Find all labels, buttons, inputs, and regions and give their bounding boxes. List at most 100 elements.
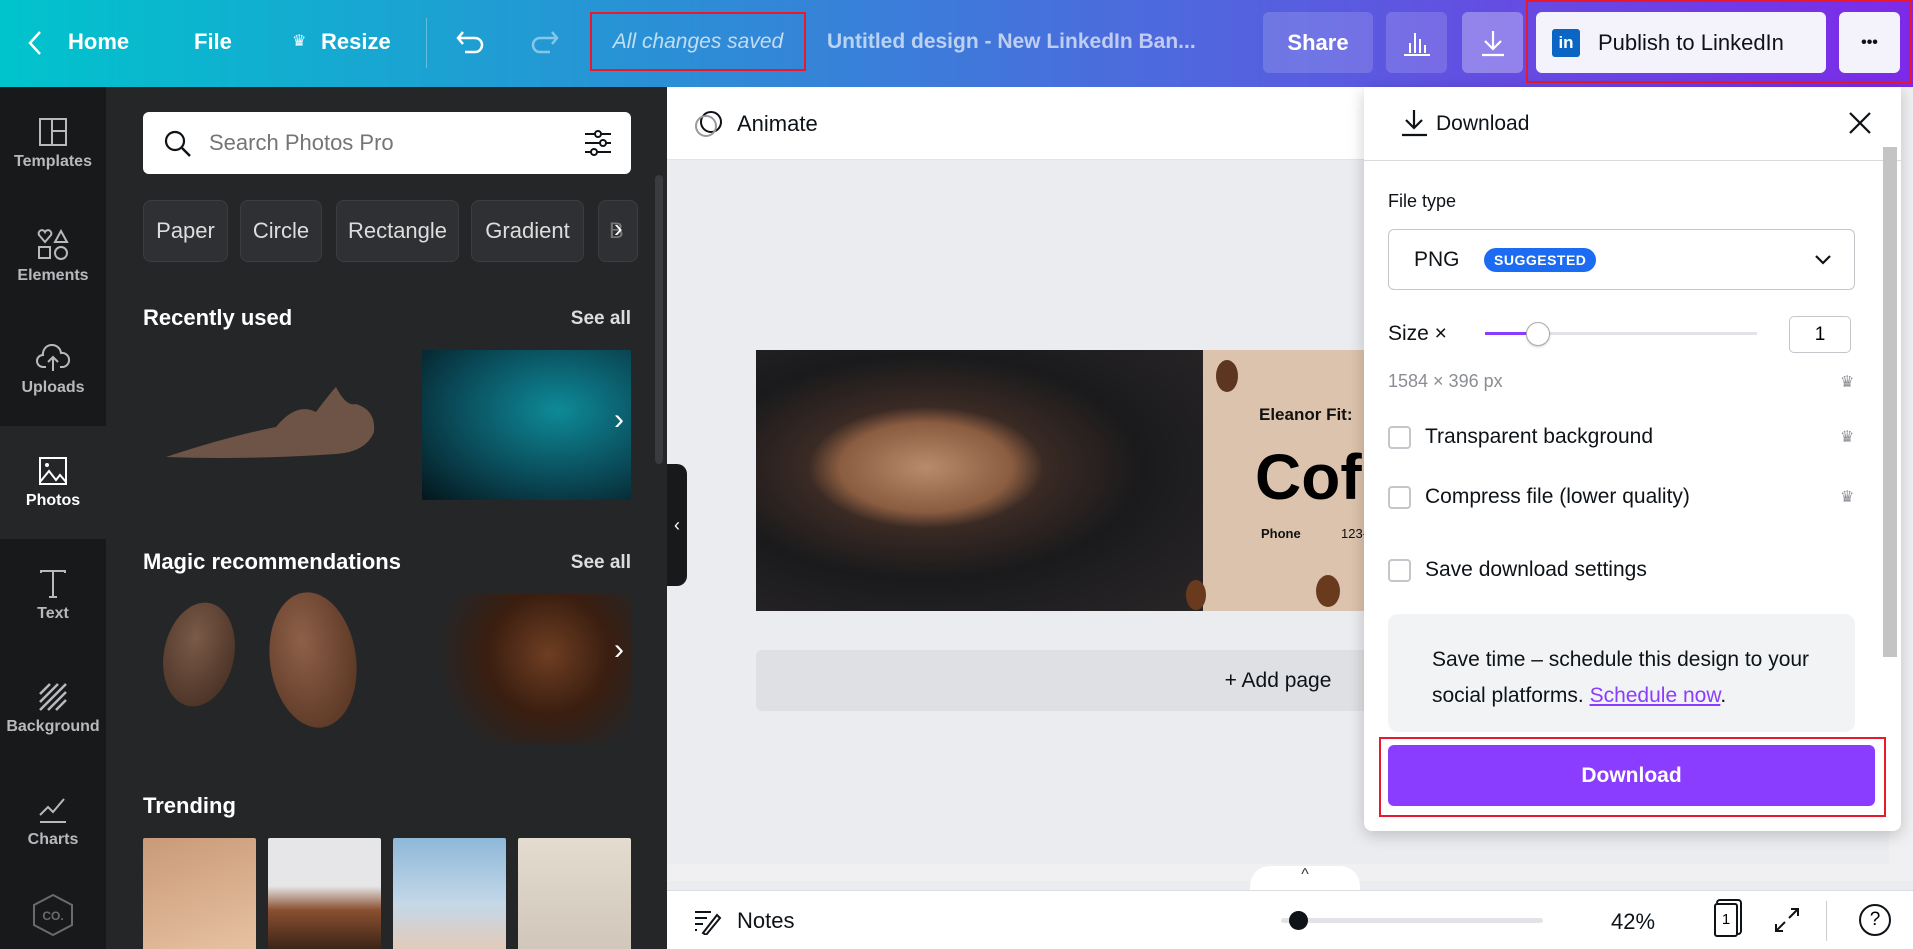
rail-item-charts[interactable]: Charts — [0, 765, 106, 878]
search-input[interactable] — [209, 124, 549, 162]
svg-text:CO.: CO. — [42, 909, 63, 923]
elements-icon — [37, 228, 69, 260]
rail-item-uploads[interactable]: Uploads — [0, 313, 106, 426]
resize-button[interactable]: Resize — [321, 29, 391, 55]
share-button[interactable]: Share — [1263, 12, 1373, 73]
chip-rectangle[interactable]: Rectangle — [336, 200, 459, 262]
divider — [1364, 160, 1901, 161]
promo-period: . — [1720, 684, 1727, 707]
notes-icon — [695, 911, 722, 935]
schedule-now-link[interactable]: Schedule now — [1590, 684, 1721, 707]
coffee-bean-photo[interactable] — [260, 586, 366, 734]
option-label[interactable]: Compress file (lower quality) — [1425, 485, 1690, 509]
trending-photo[interactable] — [393, 838, 506, 949]
coffee-bean-photo[interactable] — [153, 595, 245, 714]
trending-photo[interactable] — [518, 838, 631, 949]
rail-label: Text — [37, 604, 69, 622]
design-page[interactable]: Eleanor Fit: Cof Phone 123- — [756, 350, 1364, 611]
add-page-button[interactable]: + Add page — [756, 650, 1396, 711]
text-icon — [40, 569, 66, 598]
file-type-value: PNG — [1414, 248, 1460, 271]
coffee-bean-decoration — [1316, 575, 1340, 607]
compress-checkbox[interactable] — [1388, 486, 1411, 509]
crown-icon: ♛ — [1840, 489, 1855, 506]
schedule-promo: Save time – schedule this design to your… — [1388, 614, 1855, 732]
rail-label: Photos — [25, 491, 81, 509]
rail-item-text[interactable]: Text — [0, 539, 106, 652]
help-button[interactable]: ? — [1859, 904, 1891, 936]
crown-icon: ♛ — [1840, 374, 1855, 391]
rail-item-elements[interactable]: Elements — [0, 200, 106, 313]
page-count-button[interactable]: 1 — [1714, 903, 1738, 937]
download-panel: Download File type PNG SUGGESTED Size × … — [1364, 87, 1901, 831]
brand-logo[interactable]: CO. — [28, 893, 78, 937]
option-label[interactable]: Save download settings — [1425, 558, 1647, 582]
cloud-upload-icon — [36, 343, 70, 371]
chip-paper[interactable]: Paper — [143, 200, 228, 262]
undo-icon[interactable] — [455, 28, 487, 56]
notes-button[interactable]: Notes — [737, 908, 794, 934]
animate-button[interactable]: Animate — [737, 111, 818, 137]
chip-gradient[interactable]: Gradient — [471, 200, 584, 262]
file-menu[interactable]: File — [194, 29, 232, 55]
download-icon — [1481, 30, 1504, 56]
search-box[interactable] — [143, 112, 631, 174]
chevron-left-icon[interactable] — [28, 30, 42, 56]
see-all-link[interactable]: See all — [571, 552, 631, 574]
size-slider-fill — [1485, 332, 1531, 335]
coffee-bean-decoration — [1216, 360, 1238, 392]
size-input[interactable]: 1 — [1789, 316, 1851, 353]
trending-photo[interactable] — [268, 838, 381, 949]
size-label: Size × — [1388, 322, 1447, 345]
coffee-beans-photo[interactable] — [424, 594, 631, 744]
show-pages-toggle[interactable]: ^ — [1250, 866, 1360, 892]
zoom-slider[interactable] — [1281, 918, 1543, 923]
see-all-link[interactable]: See all — [571, 308, 631, 330]
chip-circle[interactable]: Circle — [240, 200, 322, 262]
zoom-slider-thumb[interactable] — [1289, 911, 1308, 930]
trending-photo[interactable] — [143, 838, 256, 949]
save-status: All changes saved — [612, 29, 784, 53]
more-button[interactable]: ••• — [1839, 12, 1900, 73]
bottom-bar: Notes 42% 1 ? — [667, 890, 1913, 949]
fullscreen-icon[interactable] — [1774, 907, 1800, 933]
top-bar: Home File ♛ Resize All changes saved Unt… — [0, 0, 1913, 87]
panel-title: Download — [1436, 112, 1530, 135]
zoom-level[interactable]: 42% — [1611, 909, 1655, 935]
close-icon[interactable] — [1848, 111, 1872, 135]
option-label[interactable]: Transparent background — [1425, 425, 1653, 449]
insights-button[interactable] — [1386, 12, 1447, 73]
design-title[interactable]: Untitled design - New LinkedIn Ban... — [827, 30, 1196, 54]
file-type-label: File type — [1388, 191, 1457, 211]
teal-texture-photo[interactable] — [422, 350, 631, 500]
download-toolbar-button[interactable] — [1462, 12, 1523, 73]
rail-item-photos[interactable]: Photos — [0, 426, 106, 539]
section-title: Recently used — [143, 305, 293, 330]
chevron-right-icon[interactable]: › — [614, 213, 623, 244]
chevron-down-icon — [1815, 255, 1831, 265]
chevron-right-icon[interactable]: › — [614, 633, 624, 667]
add-page-label: + Add page — [1224, 668, 1332, 692]
design-headline: Cof — [1255, 441, 1362, 513]
file-type-select[interactable]: PNG SUGGESTED — [1388, 229, 1855, 290]
coffee-bean-decoration — [1186, 580, 1206, 610]
home-button[interactable]: Home — [68, 29, 129, 55]
filter-icon[interactable] — [583, 128, 613, 158]
collapse-panel-button[interactable]: ‹ — [667, 464, 687, 586]
photos-icon — [39, 456, 67, 485]
download-button[interactable]: Download — [1388, 745, 1875, 806]
redo-icon[interactable] — [528, 28, 560, 56]
otter-photo[interactable] — [166, 382, 381, 462]
save-settings-checkbox[interactable] — [1388, 559, 1411, 582]
rail-item-templates[interactable]: Templates — [0, 87, 106, 200]
section-title: Trending — [143, 793, 236, 818]
animate-icon — [695, 111, 722, 137]
transparent-bg-checkbox[interactable] — [1388, 426, 1411, 449]
panel-scrollbar[interactable] — [1883, 147, 1897, 657]
publish-linkedin-button[interactable]: in Publish to LinkedIn — [1536, 12, 1826, 73]
size-slider-thumb[interactable] — [1526, 322, 1550, 346]
panel-scrollbar[interactable] — [655, 175, 663, 464]
rail-item-background[interactable]: Background — [0, 652, 106, 765]
chevron-right-icon[interactable]: › — [614, 403, 624, 437]
search-icon — [164, 130, 191, 157]
